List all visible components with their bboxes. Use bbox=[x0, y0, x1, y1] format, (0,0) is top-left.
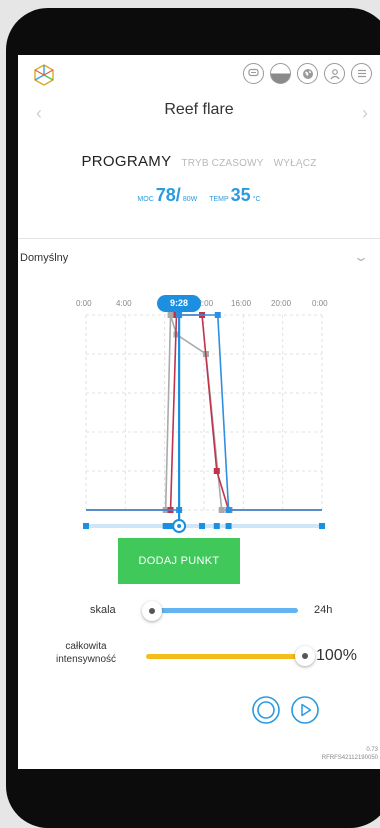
data-point[interactable] bbox=[167, 312, 174, 318]
data-point[interactable] bbox=[218, 507, 225, 513]
tab-tryb-czasowy[interactable]: TRYB CZASOWY bbox=[181, 158, 263, 169]
temp-unit: °C bbox=[252, 196, 261, 203]
app-version: 0.73 bbox=[366, 747, 378, 753]
power-label: MOC bbox=[137, 196, 154, 203]
power-separator: / bbox=[175, 185, 181, 205]
add-point-button[interactable]: DODAJ PUNKT bbox=[118, 538, 240, 584]
stop-circle-icon[interactable] bbox=[251, 695, 281, 725]
next-device-icon[interactable]: › bbox=[362, 103, 368, 124]
intensity-value: 100% bbox=[316, 647, 357, 664]
data-point[interactable] bbox=[214, 312, 221, 318]
phone-bottom-bar bbox=[18, 769, 380, 825]
device-name: Reef flare bbox=[164, 101, 234, 118]
tab-programy[interactable]: PROGRAMY bbox=[81, 153, 171, 170]
app-screen: ‹ Reef flare › PROGRAMY TRYB CZASOWY WYŁ… bbox=[18, 55, 380, 769]
current-time-knob-dot bbox=[177, 524, 182, 528]
time-label: 16:00 bbox=[231, 299, 252, 308]
temp-label: TEMP bbox=[209, 196, 229, 203]
user-icon[interactable] bbox=[324, 63, 345, 84]
time-label: 0:00 bbox=[76, 299, 92, 308]
power-readout: MOC 78/80W bbox=[137, 185, 197, 206]
intensity-slider-knob[interactable] bbox=[295, 646, 315, 666]
half-circle-icon[interactable] bbox=[270, 63, 291, 84]
tab-wylacz[interactable]: WYŁĄCZ bbox=[274, 158, 317, 169]
time-label: 0:00 bbox=[312, 299, 328, 308]
divider bbox=[18, 238, 380, 239]
light-program-chart[interactable] bbox=[18, 310, 380, 535]
device-serial: RFRFS42112190050 bbox=[321, 755, 378, 761]
scale-label: skala bbox=[90, 604, 116, 616]
scale-slider-knob[interactable] bbox=[142, 601, 162, 621]
scale-slider-track[interactable] bbox=[158, 608, 298, 613]
rail-handle[interactable] bbox=[319, 523, 325, 529]
temp-value: 35 bbox=[230, 185, 251, 205]
data-point[interactable] bbox=[213, 468, 220, 474]
top-bar bbox=[18, 55, 380, 95]
scale-value: 24h bbox=[314, 604, 333, 616]
globe-icon[interactable] bbox=[297, 63, 318, 84]
status-readouts: MOC 78/80W TEMP 35 °C bbox=[18, 185, 380, 206]
intensity-label: całkowita intensywność bbox=[55, 641, 117, 665]
rail-handle[interactable] bbox=[83, 523, 89, 529]
intensity-slider-track[interactable] bbox=[146, 654, 306, 659]
play-icon[interactable] bbox=[290, 695, 320, 725]
chevron-down-icon[interactable]: ⌄ bbox=[353, 250, 369, 264]
phone-frame: ‹ Reef flare › PROGRAMY TRYB CZASOWY WYŁ… bbox=[0, 0, 380, 828]
power-max: 80W bbox=[182, 196, 198, 203]
mode-tabs: PROGRAMY TRYB CZASOWY WYŁĄCZ bbox=[18, 153, 380, 170]
time-label: 4:00 bbox=[116, 299, 132, 308]
rail-handle[interactable] bbox=[213, 523, 220, 529]
preset-select[interactable]: Domyślny bbox=[20, 252, 68, 264]
menu-icon[interactable] bbox=[351, 63, 372, 84]
chat-icon[interactable] bbox=[243, 63, 264, 84]
temp-readout: TEMP 35 °C bbox=[209, 185, 260, 206]
version-footer: 0.73 RFRFS42112190050 bbox=[322, 746, 378, 762]
data-point[interactable] bbox=[225, 507, 232, 513]
top-icons bbox=[243, 63, 372, 84]
time-label: 20:00 bbox=[271, 299, 292, 308]
logo-cube-icon bbox=[34, 64, 54, 86]
rail-handle[interactable] bbox=[225, 523, 232, 529]
power-value: 78 bbox=[155, 185, 176, 205]
rail-handle[interactable] bbox=[199, 523, 206, 529]
